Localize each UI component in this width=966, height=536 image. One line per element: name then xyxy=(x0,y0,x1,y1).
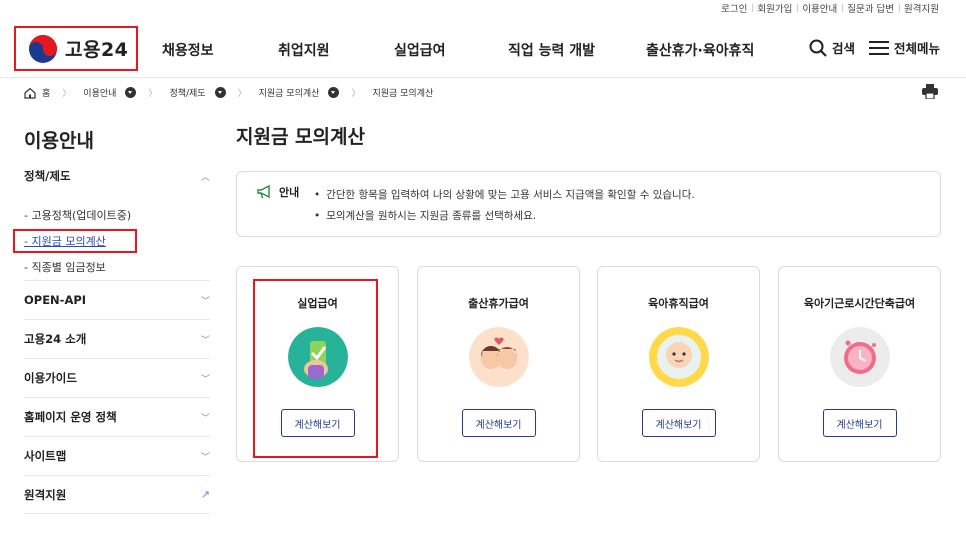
remote-support-link[interactable]: 원격지원 xyxy=(899,1,944,15)
sidebar-item-sitemap[interactable]: 사이트맵 ﹀ xyxy=(24,436,210,475)
notice-line: 간단한 항목을 입력하여 나의 상황에 맞는 고용 서비스 지급액을 확인할 수… xyxy=(314,184,695,205)
breadcrumb-separator-icon: 〉 xyxy=(148,89,158,99)
login-link[interactable]: 로그인 xyxy=(716,1,752,15)
search-icon xyxy=(809,39,827,57)
chevron-down-icon: ﹀ xyxy=(200,413,210,424)
card-maternity-leave-benefit: 출산휴가급여 계산해보기 xyxy=(417,266,580,462)
sidebar-item-site-policy[interactable]: 홈페이지 운영 정책 ﹀ xyxy=(24,397,210,436)
page-title: 지원금 모의계산 xyxy=(236,126,365,148)
parental-leave-illustration-icon xyxy=(648,327,709,387)
all-menu-button[interactable]: 전체메뉴 xyxy=(868,38,940,57)
breadcrumb-home[interactable]: 홈 xyxy=(42,86,50,99)
notice-box: 안내 간단한 항목을 입력하여 나의 상황에 맞는 고용 서비스 지급액을 확인… xyxy=(236,171,941,237)
notice-line: 모의계산을 원하시는 지원금 종류를 선택하세요. xyxy=(314,205,695,226)
sidebar-title: 이용안내 xyxy=(24,130,94,152)
sidebar-item-wage-info[interactable]: - 직종별 임금정보 xyxy=(24,254,210,280)
card-title: 실업급여 xyxy=(297,297,338,310)
clock-illustration-icon xyxy=(829,327,890,387)
sidebar-item-remote-support[interactable]: 원격지원 ↗ xyxy=(24,475,210,514)
hamburger-icon xyxy=(868,40,889,55)
breadcrumb-current: 지원금 모의계산 xyxy=(372,89,434,99)
guide-link[interactable]: 이용안내 xyxy=(797,1,842,15)
breadcrumb-subsidy[interactable]: 지원금 모의계산 xyxy=(259,86,320,99)
search-label: 검색 xyxy=(831,41,855,56)
qna-link[interactable]: 질문과 답변 xyxy=(842,1,899,15)
dropdown-icon[interactable] xyxy=(125,87,137,98)
dropdown-icon[interactable] xyxy=(328,87,340,98)
breadcrumb-guide[interactable]: 이용안내 xyxy=(83,86,116,99)
breadcrumb-separator-icon: 〉 xyxy=(62,89,72,99)
sidebar-item-about[interactable]: 고용24 소개 ﹀ xyxy=(24,319,210,358)
site-header: 고용24 채용정보 취업지원 실업급여 직업 능력 개발 출산휴가·육아휴직 검… xyxy=(0,22,966,78)
nav-vocational-training[interactable]: 직업 능력 개발 xyxy=(508,40,595,60)
sidebar-item-employment-policy[interactable]: - 고용정책(업데이트중) xyxy=(24,202,210,228)
card-reduced-hours-benefit: 육아기근로시간단축급여 계산해보기 xyxy=(778,266,941,462)
all-menu-label: 전체메뉴 xyxy=(893,41,940,56)
breadcrumb-separator-icon: 〉 xyxy=(237,89,247,99)
nav-employment-support[interactable]: 취업지원 xyxy=(278,40,330,60)
dropdown-icon[interactable] xyxy=(214,87,226,98)
sidebar-item-usage-guide[interactable]: 이용가이드 ﹀ xyxy=(24,358,210,397)
chevron-down-icon: ﹀ xyxy=(200,452,210,463)
signup-link[interactable]: 회원가입 xyxy=(752,1,797,15)
notice-header: 안내 xyxy=(257,184,299,200)
chevron-down-icon: ﹀ xyxy=(200,374,210,385)
sidebar-group: 정책/제도 ︿ - 고용정책(업데이트중) - 지원금 모의계산 - 직종별 임… xyxy=(13,168,210,280)
chevron-down-icon: ﹀ xyxy=(200,296,210,307)
sidebar-menu: OPEN-API ﹀ 고용24 소개 ﹀ 이용가이드 ﹀ 홈페이지 운영 정책 ﹀ 사이… xyxy=(24,280,210,514)
chevron-down-icon: ﹀ xyxy=(200,335,210,346)
notice-lines: 간단한 항목을 입력하여 나의 상황에 맞는 고용 서비스 지급액을 확인할 수… xyxy=(314,184,695,226)
notice-label: 안내 xyxy=(279,186,300,199)
sidebar-item-open-api[interactable]: OPEN-API ﹀ xyxy=(24,280,210,319)
maternity-leave-illustration-icon xyxy=(468,327,529,387)
breadcrumb: 홈 〉 이용안내 〉 정책/제도 〉 지원금 모의계산 〉 지원금 모의계산 xyxy=(24,86,433,99)
home-icon[interactable] xyxy=(24,87,36,99)
sidebar-group-label: 정책/제도 xyxy=(24,169,71,183)
card-parental-leave-benefit: 육아휴직급여 계산해보기 xyxy=(597,266,760,462)
search-button[interactable]: 검색 xyxy=(809,38,855,57)
card-title: 육아기근로시간단축급여 xyxy=(803,297,916,310)
sidebar-item-subsidy-calc[interactable]: - 지원금 모의계산 xyxy=(13,229,137,253)
chevron-up-icon: ︿ xyxy=(200,172,210,183)
card-title: 출산휴가급여 xyxy=(468,297,529,310)
nav-maternity-parental-leave[interactable]: 출산휴가·육아휴직 xyxy=(646,40,754,60)
card-unemployment-benefit: 실업급여 계산해보기 xyxy=(236,266,399,462)
utility-links: 로그인 회원가입 이용안내 질문과 답변 원격지원 xyxy=(716,0,944,16)
breadcrumb-separator-icon: 〉 xyxy=(351,89,361,99)
external-link-icon: ↗ xyxy=(200,488,210,501)
nav-job-info[interactable]: 채용정보 xyxy=(162,40,214,60)
print-icon xyxy=(922,84,938,100)
print-button[interactable] xyxy=(922,84,938,103)
calculate-button[interactable]: 계산해보기 xyxy=(461,409,536,437)
header-actions: 검색 전체메뉴 xyxy=(809,38,940,57)
calculate-button[interactable]: 계산해보기 xyxy=(822,409,897,437)
sidebar-submenu: - 고용정책(업데이트중) - 지원금 모의계산 - 직종별 임금정보 xyxy=(13,202,210,280)
calculate-button[interactable]: 계산해보기 xyxy=(280,409,355,437)
nav-unemployment-benefit[interactable]: 실업급여 xyxy=(394,40,446,60)
breadcrumb-policy[interactable]: 정책/제도 xyxy=(169,86,205,99)
sidebar-group-policy[interactable]: 정책/제도 ︿ xyxy=(24,168,210,184)
calculate-button[interactable]: 계산해보기 xyxy=(641,409,716,437)
unemployment-benefit-illustration-icon xyxy=(287,327,348,387)
card-title: 육아휴직급여 xyxy=(648,297,709,310)
megaphone-icon xyxy=(257,185,270,199)
